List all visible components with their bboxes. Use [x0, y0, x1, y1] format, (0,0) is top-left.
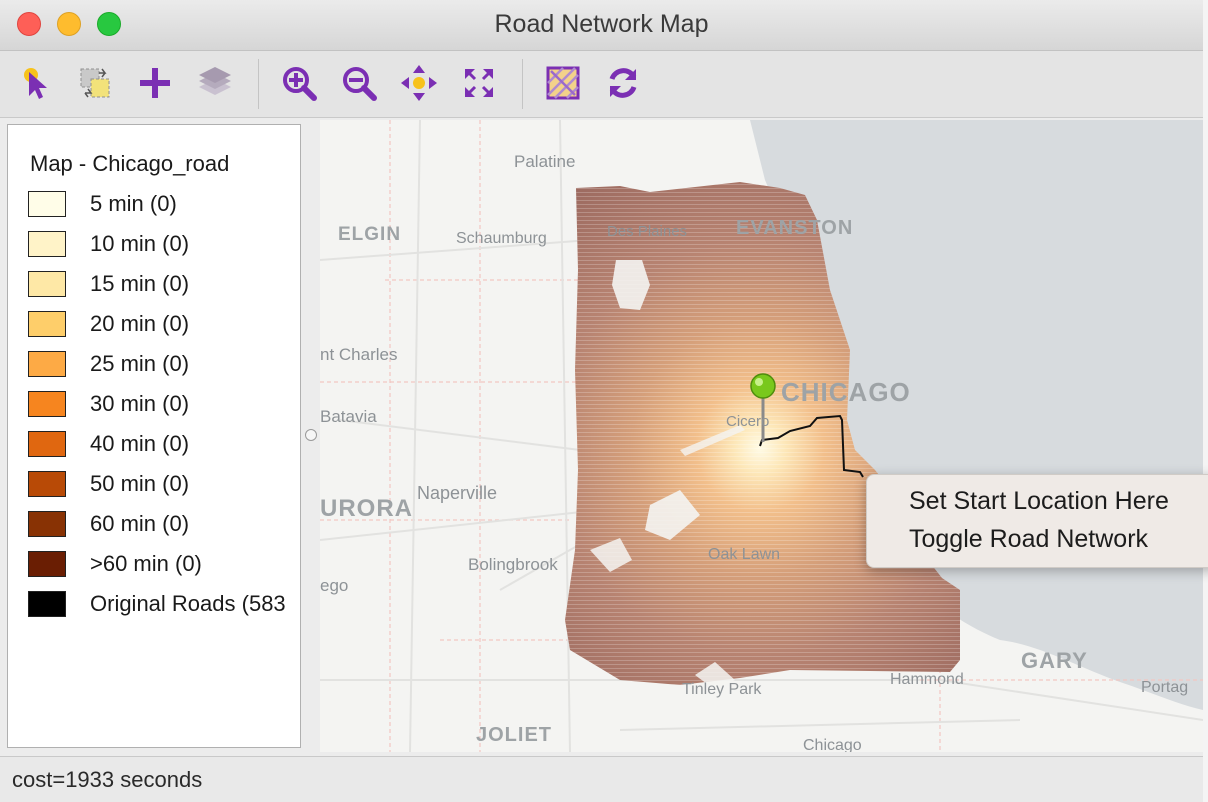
legend-item[interactable]: Original Roads (583 [28, 588, 300, 620]
legend-item[interactable]: 5 min (0) [28, 188, 300, 220]
zoom-in-button[interactable] [277, 61, 321, 105]
legend-swatch [28, 431, 66, 457]
fit-extent-button[interactable] [457, 61, 501, 105]
legend-swatch [28, 551, 66, 577]
legend-label: >60 min (0) [90, 551, 202, 576]
legend-label: 30 min (0) [90, 391, 190, 416]
legend-swatch [28, 391, 66, 417]
legend-item[interactable]: 40 min (0) [28, 428, 300, 460]
basemap-button[interactable] [541, 61, 585, 105]
pan-button[interactable] [397, 61, 441, 105]
map-label: GARY [1021, 648, 1088, 673]
selection-shape-button[interactable] [73, 61, 117, 105]
map-label: Oak Lawn [708, 546, 780, 563]
layers-button[interactable] [193, 61, 237, 105]
legend-item[interactable]: 15 min (0) [28, 268, 300, 300]
zoom-in-icon [283, 67, 317, 101]
map-context-menu: Set Start Location Here Toggle Road Netw… [866, 474, 1208, 568]
map-label: ego [320, 576, 348, 595]
map-svg[interactable]: Palatine ELGIN Schaumburg Des Plaines EV… [320, 120, 1203, 752]
legend-swatch [28, 191, 66, 217]
toolbar-separator [522, 59, 523, 109]
title-bar[interactable]: Road Network Map [0, 0, 1203, 51]
map-label: EVANSTON [736, 217, 853, 239]
legend-label: 5 min (0) [90, 191, 177, 216]
map-label: ELGIN [338, 224, 401, 245]
map-label: URORA [320, 495, 413, 522]
legend-item[interactable]: 20 min (0) [28, 308, 300, 340]
legend-item[interactable]: 30 min (0) [28, 388, 300, 420]
map-label: Palatine [514, 152, 575, 171]
legend-item[interactable]: 25 min (0) [28, 348, 300, 380]
map-label: Portag [1141, 679, 1188, 696]
zoom-out-icon [343, 67, 377, 101]
legend-swatch [28, 271, 66, 297]
legend-label: 50 min (0) [90, 471, 190, 496]
map-label: JOLIET [476, 724, 552, 746]
toolbar-separator [258, 59, 259, 109]
legend-swatch [28, 591, 66, 617]
legend-item[interactable]: >60 min (0) [28, 548, 300, 580]
legend-swatch [28, 511, 66, 537]
map-label: Tinley Park [682, 681, 762, 698]
background-window-edge [1203, 0, 1208, 802]
zoom-out-button[interactable] [337, 61, 381, 105]
map-label: Schaumburg [456, 230, 547, 247]
splitter-handle[interactable] [305, 429, 317, 441]
map-label: Naperville [417, 483, 497, 503]
map-label: Chicago [803, 737, 862, 752]
refresh-button[interactable] [601, 61, 645, 105]
select-tool-button[interactable] [15, 61, 59, 105]
status-text: cost=1933 seconds [12, 767, 203, 792]
pointer-select-icon [24, 68, 47, 99]
legend-swatch [28, 471, 66, 497]
legend-panel: Map - Chicago_road 5 min (0) 10 min (0) … [7, 124, 301, 748]
pan-icon [401, 65, 437, 101]
add-layer-button[interactable] [133, 61, 177, 105]
window-title: Road Network Map [494, 10, 709, 38]
legend-title: Map - Chicago_road [30, 151, 230, 176]
legend-label: 20 min (0) [90, 311, 190, 336]
map-label: Des Plaines [607, 223, 687, 240]
legend-swatch [28, 311, 66, 337]
set-start-location-menu-item[interactable]: Set Start Location Here [909, 487, 1169, 516]
legend-item[interactable]: 60 min (0) [28, 508, 300, 540]
map-label: nt Charles [320, 345, 397, 364]
map-label: Hammond [890, 671, 964, 688]
legend-swatch [28, 351, 66, 377]
selection-shape-icon [80, 68, 110, 98]
refresh-icon [609, 68, 637, 98]
map-label: Bolingbrook [468, 555, 558, 574]
map-label: Batavia [320, 407, 377, 426]
map-label: CHICAGO [781, 377, 911, 407]
fit-extent-icon [465, 69, 493, 97]
toggle-road-network-menu-item[interactable]: Toggle Road Network [909, 525, 1148, 554]
layers-icon [199, 67, 231, 95]
legend-label: 10 min (0) [90, 231, 190, 256]
map-label: Cicero [726, 413, 769, 430]
basemap-icon [546, 66, 580, 100]
legend-label: 25 min (0) [90, 351, 190, 376]
toolbar [0, 51, 1203, 118]
legend-label: 15 min (0) [90, 271, 190, 296]
legend-item[interactable]: 10 min (0) [28, 228, 300, 260]
legend-label: Original Roads (583 [90, 591, 286, 616]
status-bar: cost=1933 seconds [0, 756, 1203, 802]
legend-item[interactable]: 50 min (0) [28, 468, 300, 500]
legend-label: 40 min (0) [90, 431, 190, 456]
plus-icon [140, 68, 170, 98]
map-canvas[interactable]: Palatine ELGIN Schaumburg Des Plaines EV… [320, 120, 1203, 752]
legend-swatch [28, 231, 66, 257]
legend-label: 60 min (0) [90, 511, 190, 536]
road-network-map-window: Road Network Map Map - Chicago_road 5 mi… [0, 0, 1204, 802]
